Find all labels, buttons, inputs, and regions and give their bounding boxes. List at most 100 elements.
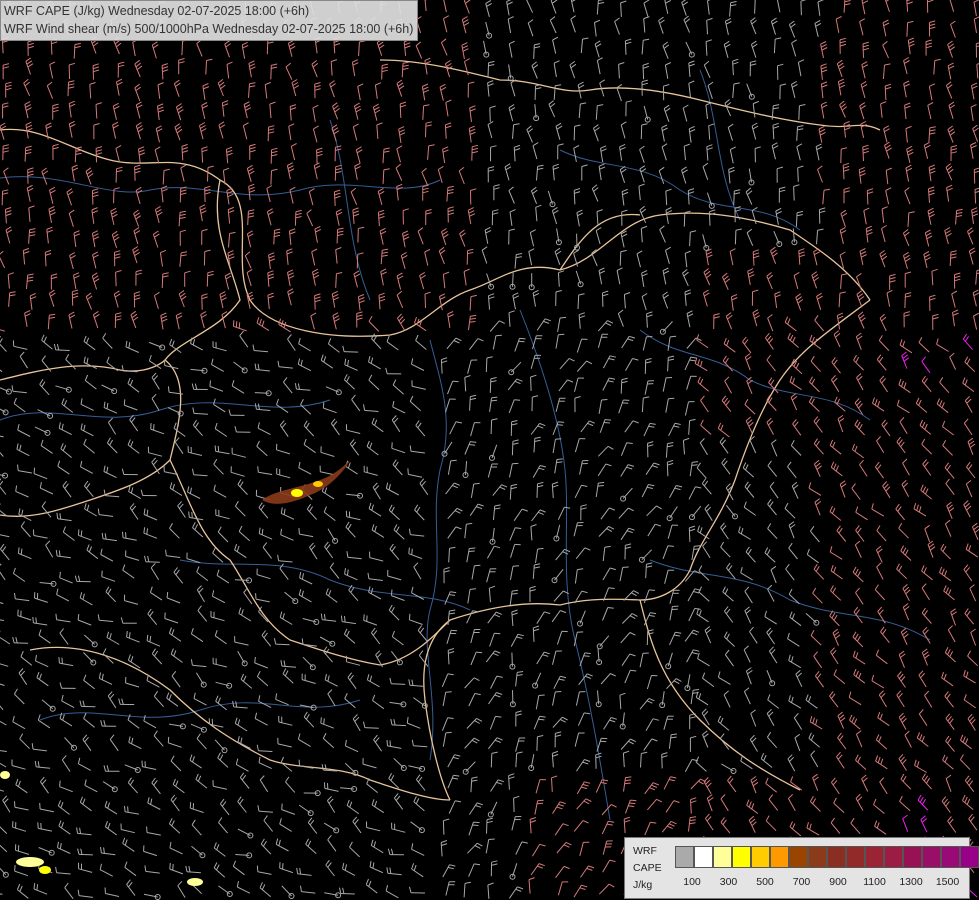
wind-barb [689, 232, 691, 247]
wind-barb [862, 146, 864, 162]
wind-barb [577, 294, 580, 310]
wind-barb-feather [601, 399, 608, 401]
wind-barb-feather [17, 464, 19, 471]
wind-barb [489, 378, 492, 393]
wind-barb [536, 736, 538, 751]
wind-barb-feather [668, 397, 675, 400]
wind-barb [486, 819, 488, 834]
wind-barb-feather [469, 588, 476, 590]
wind-barb-feather [298, 528, 300, 535]
wind-barb-feather [320, 717, 322, 724]
wind-barb [793, 186, 795, 201]
wind-barb-feather [188, 511, 190, 518]
wind-barb [906, 22, 909, 37]
wind-barb [798, 105, 800, 120]
wind-barb [688, 527, 691, 542]
wind-barb [294, 211, 297, 226]
wind-barb-feather [518, 340, 525, 343]
wind-barb-feather [476, 651, 483, 654]
wind-barb-feather [169, 863, 171, 870]
wind-barb-feather [667, 545, 674, 547]
wind-barb [974, 189, 977, 204]
wind-barb-feather [123, 399, 126, 406]
wind-barb [270, 170, 272, 185]
wind-barb-feather [693, 548, 700, 550]
wind-barb [533, 44, 535, 59]
wind-barb [344, 351, 359, 353]
wind-barb-feather [235, 321, 238, 328]
wind-barb-feather [143, 527, 146, 534]
wind-barb-feather [408, 547, 410, 554]
wind-barb [800, 1, 802, 16]
wind-barb-feather [488, 838, 495, 840]
wind-barb [115, 272, 117, 287]
wind-barb [364, 727, 379, 729]
wind-barb [335, 273, 337, 288]
wind-barb [797, 167, 799, 182]
wind-barb-feather [494, 632, 501, 635]
wind-barb-feather [624, 782, 631, 785]
wind-barb [24, 147, 27, 162]
wind-barb [73, 44, 76, 59]
wind-barb [424, 293, 426, 309]
wind-barb-feather [344, 616, 346, 623]
wind-barb-feather [469, 547, 476, 549]
wind-barb-feather [191, 511, 193, 519]
wind-barb-feather [629, 802, 636, 805]
wind-barb [1, 39, 4, 54]
wind-barb-feather [257, 466, 259, 473]
wind-barb-feather [452, 380, 459, 383]
wind-barb-feather [17, 547, 20, 554]
wind-barb [275, 643, 290, 646]
wind-barb-feather [146, 528, 148, 535]
wind-barb [904, 293, 906, 309]
wind-barb-feather [217, 445, 220, 452]
wind-barb [247, 211, 249, 226]
wind-barb [795, 212, 798, 227]
wind-barb-feather [238, 322, 241, 329]
wind-barb-feather [408, 613, 411, 620]
wind-barb [532, 627, 535, 642]
wind-barb-feather [630, 799, 637, 802]
wind-barb-feather [363, 614, 365, 621]
wind-barb-feather [59, 780, 61, 787]
wind-barb [666, 462, 669, 477]
wind-barb [661, 754, 663, 769]
wind-barb-feather [511, 592, 518, 595]
wind-barb-feather [670, 335, 677, 338]
wind-barb-feather [254, 656, 256, 663]
wind-barb [161, 273, 164, 289]
wind-barb-feather [603, 422, 610, 424]
wind-barb-feather [538, 694, 545, 696]
wind-barb-feather [125, 532, 127, 539]
wind-barb [489, 107, 491, 122]
wind-barb [536, 483, 538, 498]
wind-barb-feather [389, 740, 391, 747]
wind-barb-feather [59, 571, 61, 578]
wind-barb-feather [128, 632, 131, 639]
wind-barb-feather [490, 399, 498, 402]
wind-barb-feather [126, 631, 128, 638]
wind-barb-feather [628, 805, 635, 807]
wind-barb [530, 376, 532, 391]
wind-barb [884, 85, 887, 101]
wind-barb-feather [146, 634, 149, 641]
wind-barb-feather [33, 467, 36, 474]
wind-barb-feather [559, 316, 567, 319]
wind-barb [181, 41, 184, 56]
wind-barb [469, 396, 471, 411]
wind-barb [490, 419, 493, 435]
wind-barb [336, 229, 339, 244]
wind-barb [513, 798, 515, 813]
wind-barb-feather [473, 482, 480, 485]
wind-barb-feather [58, 657, 60, 664]
wind-barb [266, 40, 269, 55]
wind-barb-feather [598, 481, 605, 484]
wind-barb-feather [214, 445, 217, 452]
wind-barb [734, 230, 737, 245]
wind-barb-feather [450, 459, 457, 462]
wind-barb [270, 65, 272, 80]
wind-barb-feather [124, 805, 126, 812]
wind-barb [485, 357, 488, 373]
wind-barb [68, 64, 71, 80]
